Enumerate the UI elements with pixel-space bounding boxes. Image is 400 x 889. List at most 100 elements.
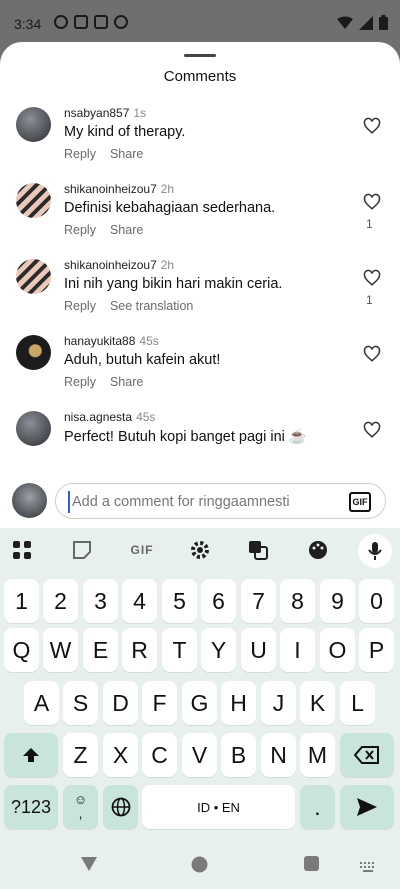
- key-n[interactable]: N: [261, 733, 296, 777]
- system-nav-bar: [0, 840, 400, 889]
- key-g[interactable]: G: [182, 681, 217, 725]
- play-notification-icon: [114, 15, 128, 29]
- backspace-key[interactable]: [340, 733, 394, 777]
- clipboard-notification-icon: [74, 15, 88, 29]
- symbols-key[interactable]: ?123: [4, 785, 58, 829]
- key-q[interactable]: Q: [4, 628, 39, 672]
- key-t[interactable]: T: [162, 628, 197, 672]
- key-5[interactable]: 5: [162, 579, 197, 623]
- avatar[interactable]: [16, 259, 51, 294]
- avatar[interactable]: [16, 183, 51, 218]
- key-e[interactable]: E: [83, 628, 118, 672]
- theme-palette-icon[interactable]: [306, 538, 330, 562]
- like-heart-icon[interactable]: [363, 117, 381, 135]
- period-key[interactable]: .: [300, 785, 335, 829]
- apps-grid-icon[interactable]: [10, 538, 34, 562]
- key-h[interactable]: H: [221, 681, 256, 725]
- key-4[interactable]: 4: [122, 579, 157, 623]
- see-translation-button[interactable]: See translation: [110, 299, 193, 313]
- signal-icon: [359, 15, 373, 30]
- comment-item: shikanoinheizou7 2h Ini nih yang bikin ha…: [0, 258, 400, 329]
- shift-arrow-icon: [23, 748, 39, 762]
- key-r[interactable]: R: [122, 628, 157, 672]
- status-time: 3:34: [14, 16, 42, 32]
- key-i[interactable]: I: [280, 628, 315, 672]
- key-c[interactable]: C: [142, 733, 177, 777]
- comment-username[interactable]: shikanoinheizou7: [64, 182, 157, 196]
- key-7[interactable]: 7: [241, 579, 276, 623]
- emoji-comma-key[interactable]: ☺ ,: [63, 785, 98, 829]
- avatar[interactable]: [16, 107, 51, 142]
- home-circle-icon[interactable]: [191, 856, 208, 873]
- key-z[interactable]: Z: [63, 733, 98, 777]
- key-l[interactable]: L: [340, 681, 375, 725]
- drag-handle[interactable]: [184, 54, 216, 57]
- share-button[interactable]: Share: [110, 223, 143, 237]
- key-v[interactable]: V: [182, 733, 217, 777]
- avatar[interactable]: [16, 411, 51, 446]
- comment-username[interactable]: nsabyan857: [64, 106, 129, 120]
- language-globe-key[interactable]: [103, 785, 138, 829]
- status-bar: 3:34: [0, 0, 400, 46]
- comment-text: My kind of therapy.: [64, 124, 186, 140]
- comment-text: Perfect! Butuh kopi banget pagi ini ☕: [64, 429, 307, 445]
- key-2[interactable]: 2: [43, 579, 78, 623]
- gif-button[interactable]: GIF: [349, 492, 371, 512]
- key-j[interactable]: J: [261, 681, 296, 725]
- key-y[interactable]: Y: [201, 628, 236, 672]
- avatar[interactable]: [16, 335, 51, 370]
- back-triangle-icon[interactable]: [80, 856, 98, 872]
- system-icons: [337, 15, 388, 30]
- globe-icon: [111, 797, 130, 817]
- key-p[interactable]: P: [359, 628, 394, 672]
- key-8[interactable]: 8: [280, 579, 315, 623]
- space-bar[interactable]: ID • EN: [142, 785, 295, 829]
- like-heart-icon[interactable]: [363, 345, 381, 363]
- comments-sheet: Comments nsabyan857 1s My kind of therapy…: [0, 42, 400, 528]
- settings-gear-icon[interactable]: [188, 538, 212, 562]
- key-d[interactable]: D: [103, 681, 138, 725]
- shift-key[interactable]: [4, 733, 58, 777]
- key-k[interactable]: K: [300, 681, 335, 725]
- keyboard-switch-icon[interactable]: [360, 862, 376, 872]
- comment-input[interactable]: [68, 491, 338, 513]
- key-9[interactable]: 9: [320, 579, 355, 623]
- comment-username[interactable]: hanayukita88: [64, 334, 135, 348]
- reply-button[interactable]: Reply: [64, 299, 96, 313]
- reply-button[interactable]: Reply: [64, 375, 96, 389]
- key-w[interactable]: W: [43, 628, 78, 672]
- translate-icon[interactable]: [246, 538, 270, 562]
- key-f[interactable]: F: [142, 681, 177, 725]
- share-button[interactable]: Share: [110, 375, 143, 389]
- reply-button[interactable]: Reply: [64, 147, 96, 161]
- key-1[interactable]: 1: [4, 579, 39, 623]
- share-button[interactable]: Share: [110, 147, 143, 161]
- key-a[interactable]: A: [24, 681, 59, 725]
- comment-item: hanayukita88 45s Aduh, butuh kafein akut!…: [0, 334, 400, 405]
- like-heart-icon[interactable]: [363, 421, 381, 439]
- comment-username[interactable]: nisa.agnesta: [64, 410, 132, 424]
- key-u[interactable]: U: [241, 628, 276, 672]
- like-heart-icon[interactable]: [363, 193, 381, 211]
- recents-square-icon[interactable]: [304, 856, 319, 871]
- key-m[interactable]: M: [300, 733, 335, 777]
- comment-text: Definisi kebahagiaan sederhana.: [64, 200, 276, 216]
- sticker-icon[interactable]: [70, 538, 94, 562]
- send-key[interactable]: [340, 785, 394, 829]
- reply-button[interactable]: Reply: [64, 223, 96, 237]
- comment-username[interactable]: shikanoinheizou7: [64, 258, 157, 272]
- on-screen-keyboard: GIF 1 2 3 4 5 6 7 8 9 0 Q W E R T Y U I …: [0, 528, 400, 889]
- key-s[interactable]: S: [63, 681, 98, 725]
- key-0[interactable]: 0: [359, 579, 394, 623]
- key-6[interactable]: 6: [201, 579, 236, 623]
- comment-time: 2h: [160, 258, 175, 272]
- like-count: 1: [366, 293, 373, 307]
- key-x[interactable]: X: [103, 733, 138, 777]
- notification-icons: [54, 15, 128, 29]
- key-3[interactable]: 3: [83, 579, 118, 623]
- like-heart-icon[interactable]: [363, 269, 381, 287]
- microphone-icon[interactable]: [358, 534, 392, 568]
- gif-keyboard-button[interactable]: GIF: [128, 538, 156, 562]
- key-o[interactable]: O: [320, 628, 355, 672]
- key-b[interactable]: B: [221, 733, 256, 777]
